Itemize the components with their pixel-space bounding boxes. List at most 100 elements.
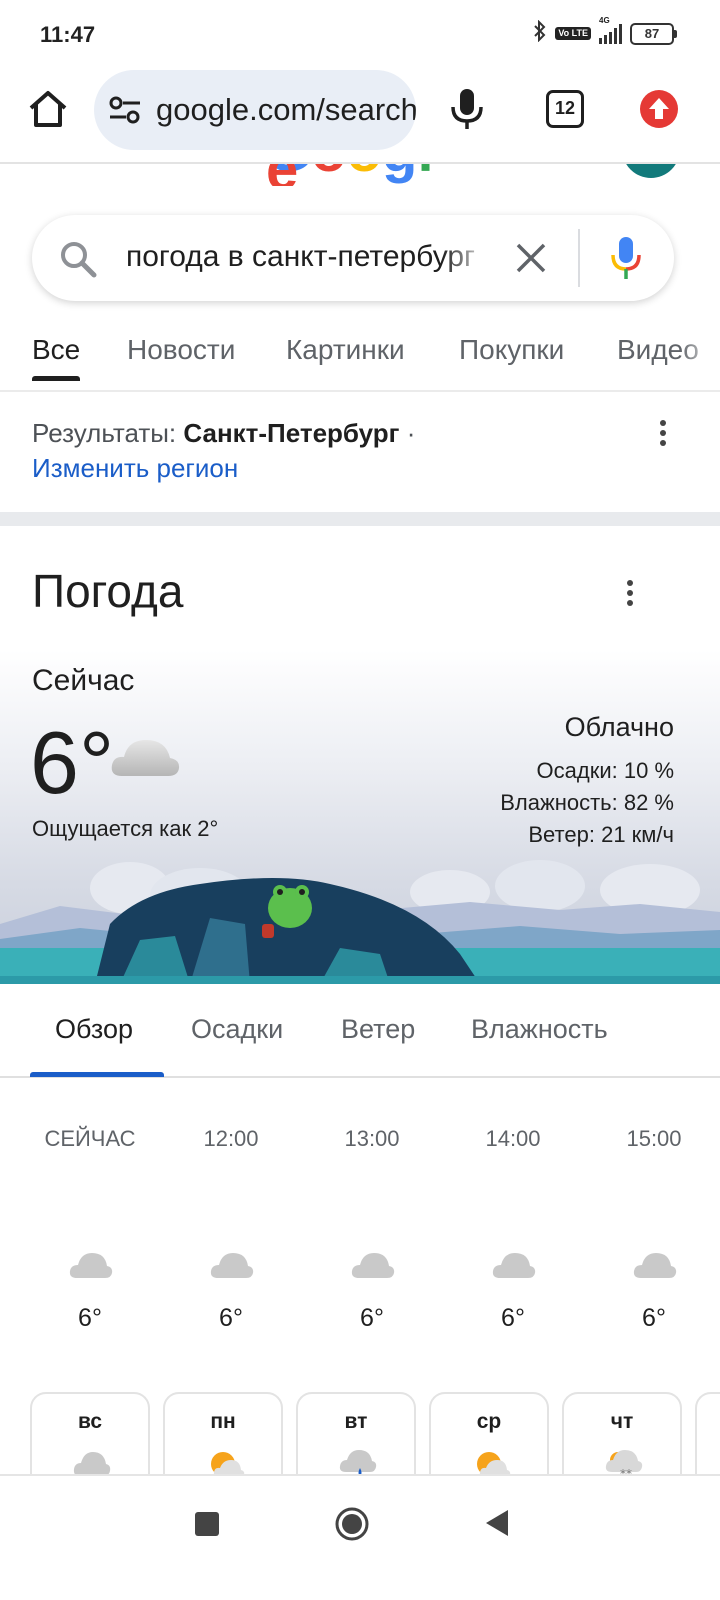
day-name: вт <box>344 1410 368 1433</box>
region-results: Результаты: Санкт-Петербург · <box>32 414 415 452</box>
status-icons: Vo LTE 4G 87 <box>533 16 677 47</box>
tab-precipitation[interactable]: Осадки <box>191 1014 283 1045</box>
condition: Облачно <box>564 712 674 742</box>
hour-temp: 6° <box>642 1304 666 1332</box>
day-card[interactable]: чт ** <box>562 1392 682 1476</box>
tab-news[interactable]: Новости <box>127 334 235 366</box>
partly-sunny-icon <box>211 1452 245 1476</box>
bluetooth-icon <box>533 19 547 47</box>
cloud-icon <box>633 1253 677 1278</box>
daily-forecast: вс пн вт ср чт ** <box>0 1392 720 1476</box>
hour-temp: 6° <box>501 1304 525 1332</box>
search-tabs: Все Новости Картинки Покупки Видео <box>0 326 720 392</box>
url-bar[interactable]: google.com/search <box>94 70 416 150</box>
browser-toolbar: google.com/search 12 <box>0 66 720 164</box>
humidity: Влажность: 82 % <box>500 790 674 815</box>
active-tab-indicator <box>32 376 80 381</box>
day-name: чт <box>610 1410 634 1433</box>
home-nav-button[interactable] <box>334 1506 370 1542</box>
day-card[interactable]: пн <box>163 1392 283 1476</box>
hour-temp: 6° <box>360 1304 384 1332</box>
section-separator <box>0 512 720 526</box>
hour-time: СЕЙЧАС <box>44 1126 136 1151</box>
weather-current: Сейчас 6° Ощущается как 2° Облачно Осадк… <box>0 650 720 984</box>
signal-icon: 4G <box>599 16 622 44</box>
tab-shopping[interactable]: Покупки <box>459 334 564 366</box>
cloud-icon <box>492 1253 536 1278</box>
system-nav-bar <box>0 1474 720 1600</box>
close-icon[interactable] <box>512 239 550 277</box>
now-label: Сейчас <box>32 664 135 697</box>
day-card[interactable]: вс <box>30 1392 150 1476</box>
hour-time: 15:00 <box>626 1126 682 1151</box>
cloud-icon <box>111 740 180 776</box>
current-temperature: 6° <box>30 713 115 812</box>
precipitation: Осадки: 10 % <box>536 758 674 783</box>
network-type: 4G <box>599 15 610 25</box>
search-input[interactable]: погода в санкт-петербург <box>126 240 486 274</box>
tab-images[interactable]: Картинки <box>286 334 405 366</box>
microphone-icon <box>451 89 483 129</box>
url-text[interactable]: google.com/search <box>156 92 416 128</box>
change-region-link[interactable]: Изменить регион <box>32 453 238 484</box>
hour-temp: 6° <box>78 1304 102 1332</box>
hourly-item: 12:00 6° <box>171 1126 291 1332</box>
hourly-item: 14:00 6° <box>453 1126 573 1332</box>
rain-cloud-icon <box>339 1450 377 1476</box>
tab-overview[interactable]: Обзор <box>55 1014 133 1045</box>
home-button[interactable] <box>27 88 69 130</box>
back-nav-button[interactable] <box>484 1508 510 1538</box>
hourly-item: 15:00 6° <box>594 1126 714 1332</box>
region-prefix: Результаты: <box>32 418 184 448</box>
more-options-icon[interactable] <box>658 420 668 450</box>
google-mic-icon[interactable] <box>610 235 642 281</box>
weather-illustration <box>0 860 720 984</box>
search-divider <box>578 229 580 287</box>
feels-like: Ощущается как 2° <box>32 816 219 841</box>
day-name: вс <box>77 1410 103 1433</box>
weather-tab-indicator <box>30 1072 164 1077</box>
search-icon <box>61 242 97 278</box>
cloud-icon <box>69 1253 113 1278</box>
partly-sunny-icon <box>477 1452 511 1476</box>
tab-all[interactable]: Все <box>32 334 80 366</box>
snow-cloud-icon: ** <box>605 1450 643 1476</box>
cloud-icon <box>73 1452 111 1476</box>
search-text-fade <box>442 233 492 283</box>
hourly-item: СЕЙЧАС 6° <box>30 1126 150 1332</box>
hour-time: 12:00 <box>203 1126 259 1151</box>
arrow-up-icon <box>649 98 669 119</box>
day-name: пн <box>210 1410 236 1433</box>
weather-title: Погода <box>32 565 184 617</box>
avatar[interactable] <box>622 164 680 178</box>
day-card[interactable] <box>695 1392 720 1476</box>
region-suffix: · <box>399 418 416 448</box>
tab-wind[interactable]: Ветер <box>341 1014 415 1045</box>
day-card[interactable]: вт <box>296 1392 416 1476</box>
status-bar: 11:47 Vo LTE 4G 87 <box>0 0 720 66</box>
site-settings-icon[interactable] <box>108 93 142 127</box>
cloud-icon <box>351 1253 395 1278</box>
hour-time: 13:00 <box>344 1126 400 1151</box>
tab-humidity[interactable]: Влажность <box>471 1014 608 1045</box>
voice-search-button[interactable] <box>448 87 486 131</box>
region-city: Санкт-Петербург <box>183 418 400 448</box>
tabs-fade <box>680 326 720 386</box>
day-name: ср <box>476 1410 502 1433</box>
day-card[interactable]: ср <box>429 1392 549 1476</box>
tab-switcher-button[interactable]: 12 <box>546 90 584 128</box>
hourly-item: 13:00 6° <box>312 1126 432 1332</box>
hour-time: 14:00 <box>485 1126 541 1151</box>
home-icon <box>29 91 67 127</box>
volte-icon: Vo LTE <box>555 27 591 40</box>
search-box[interactable]: погода в санкт-петербург <box>32 215 674 301</box>
recent-apps-button[interactable] <box>195 1512 219 1536</box>
weather-more-options-icon[interactable] <box>625 580 635 610</box>
cloud-icon <box>210 1253 254 1278</box>
hour-temp: 6° <box>219 1304 243 1332</box>
status-time: 11:47 <box>40 22 96 47</box>
battery-icon: 87 <box>630 22 677 45</box>
weather-tabs: Обзор Осадки Ветер Влажность <box>0 984 720 1078</box>
google-logo[interactable]: Google <box>266 164 446 186</box>
update-button[interactable] <box>640 90 678 128</box>
